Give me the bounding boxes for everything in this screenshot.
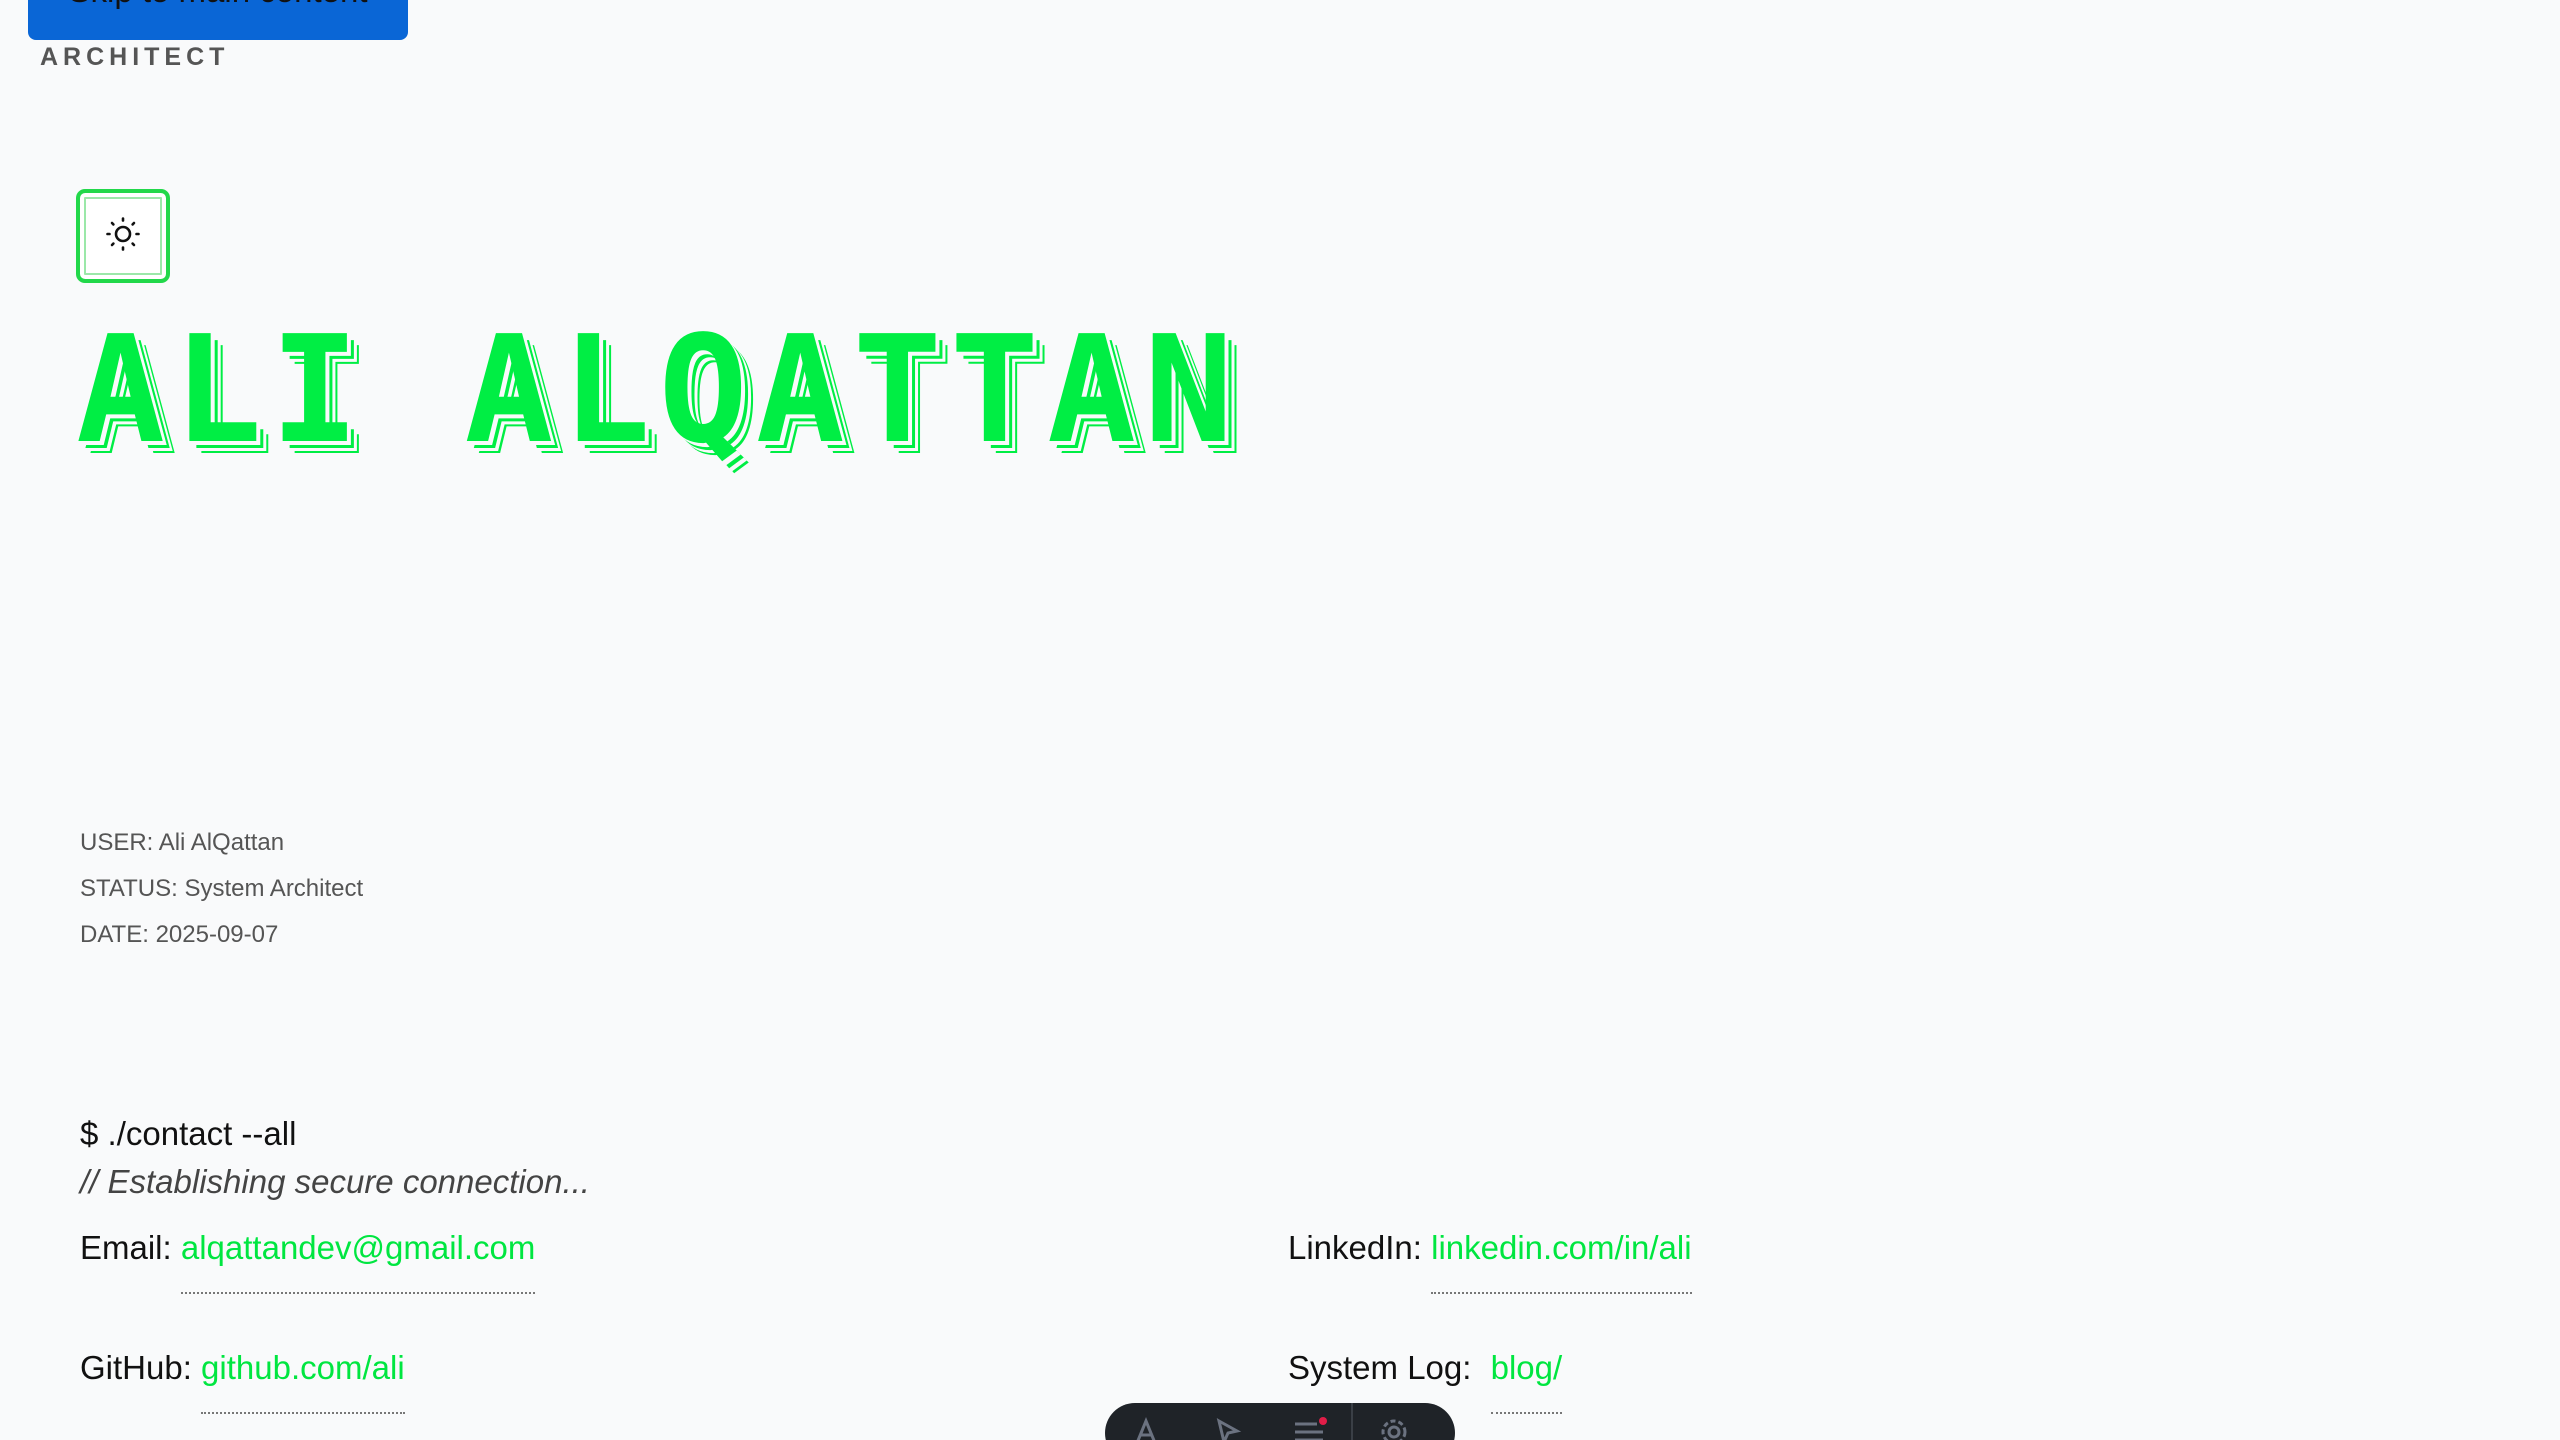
system-log-label: System Log:: [1288, 1349, 1472, 1386]
github-label: GitHub:: [80, 1349, 192, 1386]
brand-tag: ARCHITECT: [40, 43, 230, 71]
a-icon[interactable]: [1105, 1417, 1187, 1440]
system-log-link[interactable]: blog/: [1490, 1344, 1563, 1414]
github-link[interactable]: github.com/ali: [201, 1344, 405, 1414]
cursor-icon[interactable]: [1187, 1417, 1269, 1440]
terminal-command: $ ./contact --all: [80, 1115, 297, 1152]
linkedin-label: LinkedIn:: [1288, 1229, 1422, 1266]
contact-github: GitHub: github.com/ali: [80, 1344, 405, 1414]
skip-to-main-link[interactable]: Skip to main content: [28, 0, 408, 40]
list-icon[interactable]: [1269, 1417, 1351, 1440]
skip-link-label: Skip to main content: [69, 0, 368, 10]
terminal-comment: // Establishing secure connection...: [80, 1163, 590, 1200]
email-label: Email:: [80, 1229, 172, 1266]
linkedin-link[interactable]: linkedin.com/in/ali: [1431, 1224, 1692, 1294]
theme-toggle-button[interactable]: [76, 189, 170, 283]
date-line: DATE: 2025-09-07: [80, 921, 279, 948]
email-link[interactable]: alqattandev@gmail.com: [180, 1224, 536, 1294]
hero-title: Ali AlQattan: [76, 304, 1242, 476]
sun-icon: [105, 216, 141, 257]
contact-linkedin: LinkedIn: linkedin.com/in/ali: [1288, 1224, 1692, 1294]
contact-email: Email: alqattandev@gmail.com: [80, 1224, 536, 1294]
gear-icon[interactable]: [1353, 1417, 1435, 1440]
status-line: STATUS: System Architect: [80, 875, 364, 902]
system-info: USER: Ali AlQattan STATUS: System Archit…: [80, 820, 363, 958]
contact-terminal: $ ./contact --all // Establishing secure…: [80, 1110, 2480, 1414]
floating-dock: [1105, 1403, 1455, 1440]
user-line: USER: Ali AlQattan: [80, 829, 285, 856]
